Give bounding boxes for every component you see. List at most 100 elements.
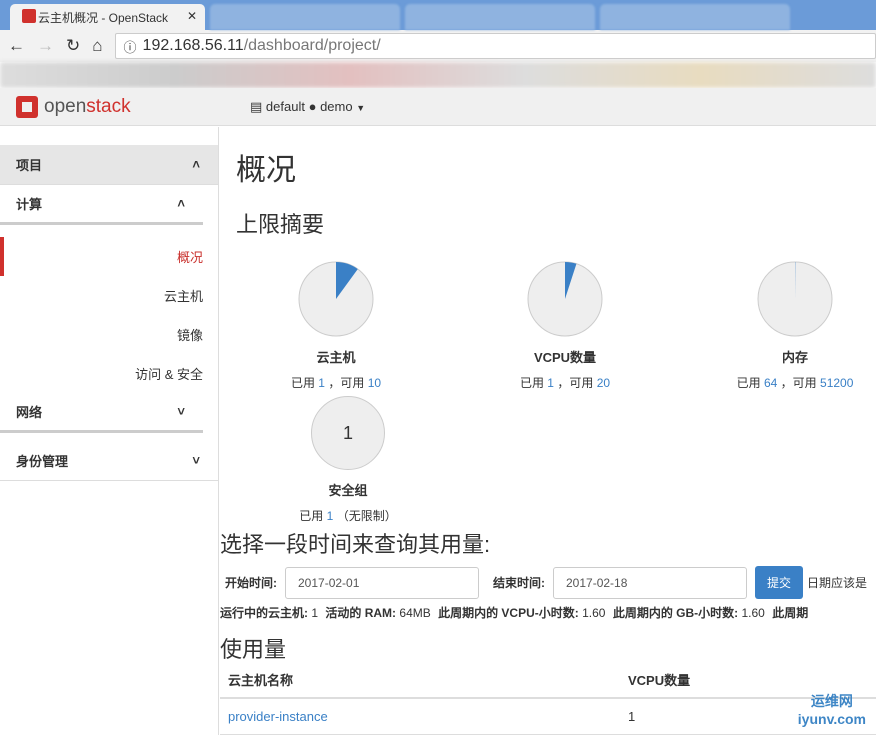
pie-label: 安全组 [328, 483, 368, 498]
pie-center-value: 1 [311, 396, 385, 470]
stat-label: 运行中的云主机: [220, 606, 308, 620]
browser-tab-active[interactable]: 云主机概况 - OpenStack ✕ [10, 4, 205, 30]
pie-label: 云主机 [316, 350, 356, 365]
pie-chart [527, 261, 603, 337]
used-label: 已用 [519, 376, 544, 390]
openstack-logo[interactable]: open stack [16, 95, 131, 118]
sidebar-item-instances[interactable]: 云主机 [0, 276, 218, 315]
avail-label: （无限制） [336, 509, 397, 523]
reload-icon[interactable]: ↻ [66, 36, 80, 56]
stat-value: 64MB [399, 606, 431, 620]
info-icon: ⓘ [123, 39, 137, 55]
query-title: 选择一段时间来查询其用量: [220, 532, 491, 557]
watermark-line: iyunv.com [797, 711, 866, 727]
browser-tab[interactable] [600, 4, 790, 30]
end-date-input[interactable]: 2017-02-18 [553, 566, 747, 599]
stat-label: 此周期内的 GB-小时数: [612, 606, 739, 620]
sidebar-item-images[interactable]: 镜像 [0, 315, 218, 354]
avail-label: ，可用 [780, 376, 817, 390]
start-date-input[interactable]: 2017-02-01 [285, 566, 479, 599]
item-label: 云主机 [163, 289, 203, 304]
usage-table: 云主机名称 VCPU数量 provider-instance 1 [220, 662, 876, 735]
bookmarks-bar [0, 62, 876, 88]
caret-down-icon: ▼ [356, 102, 366, 113]
start-label: 开始时间: [225, 576, 277, 590]
item-label: 访问 & 安全 [135, 367, 203, 382]
url-host: 192.168.56.11 [142, 37, 244, 54]
url-path: /dashboard/project/ [243, 37, 381, 54]
column-header[interactable]: 云主机名称 [220, 662, 620, 699]
submit-button[interactable]: 提交 [755, 566, 804, 599]
logo-text: open [44, 95, 87, 117]
usage-stats: 运行中的云主机: 1 活动的 RAM: 64MB 此周期内的 VCPU-小时数:… [220, 604, 808, 621]
used-value: 64 [763, 376, 778, 390]
avail-value: 10 [367, 376, 382, 390]
used-value: 1 [318, 376, 325, 390]
main-content: 概况 上限摘要 云主机 已用 1 ，可用 10 VCPU数量 已用 1 ，可用 20… [220, 127, 876, 735]
sidebar-item-overview[interactable]: 概况 [0, 237, 218, 276]
stat-label: 此周期 [772, 606, 809, 620]
tab-title: 云主机概况 - OpenStack [38, 11, 169, 25]
home-icon[interactable]: ⌂ [92, 36, 102, 56]
sidebar-section-project[interactable]: 项目 ˄ [0, 145, 218, 185]
project-name: demo [320, 98, 353, 114]
pie-chart [298, 261, 374, 337]
url-input[interactable]: ⓘ 192.168.56.11/dashboard/project/ [114, 33, 876, 59]
stat-value: 1.60 [741, 606, 765, 620]
pie-security-groups: 1 安全组 已用 1 （无限制） [273, 396, 423, 524]
avail-label: ，可用 [328, 376, 365, 390]
address-bar: ← → ↻ ⌂ ⓘ 192.168.56.11/dashboard/project… [0, 30, 876, 62]
stat-value: 1.60 [582, 606, 606, 620]
used-label: 已用 [290, 376, 315, 390]
close-icon[interactable]: ✕ [187, 9, 197, 23]
back-icon[interactable]: ← [8, 36, 25, 56]
avail-label: ，可用 [557, 376, 594, 390]
sidebar: 项目 ˄ 计算 ˄ 概况 云主机 镜像 访问 & 安全 网络 ˅ 身份管理 ˅ [0, 127, 219, 735]
project-selector[interactable]: ▤ default ● demo ▼ [250, 99, 365, 115]
used-value: 1 [326, 509, 334, 523]
pie-chart [757, 261, 833, 337]
chevron-up-icon: ˄ [177, 196, 185, 211]
chevron-up-icon: ˄ [192, 157, 200, 172]
used-value: 1 [547, 376, 554, 390]
forward-icon[interactable]: → [37, 36, 54, 56]
date-form: 开始时间: 2017-02-01 结束时间: 2017-02-18 提交 日期应… [225, 566, 867, 599]
chevron-down-icon: ˅ [177, 404, 185, 419]
avail-value: 20 [596, 376, 611, 390]
used-label: 已用 [299, 509, 324, 523]
sidebar-section-identity[interactable]: 身份管理 ˅ [0, 441, 218, 481]
watermark: 运维网 iyunv.com [798, 691, 866, 727]
sidebar-section-compute[interactable]: 计算 ˄ [0, 185, 203, 225]
table-row: provider-instance 1 [220, 698, 876, 735]
end-label: 结束时间: [493, 576, 545, 590]
openstack-logo-icon [16, 95, 38, 118]
page-title: 概况 [236, 154, 296, 187]
browser-tab[interactable] [210, 4, 400, 30]
avail-value: 51200 [820, 376, 854, 390]
section-label: 身份管理 [16, 454, 69, 469]
domain-name: default [265, 98, 305, 114]
chevron-down-icon: ˅ [192, 453, 200, 468]
item-label: 概况 [176, 250, 203, 265]
date-hint: 日期应该是 [807, 576, 868, 590]
browser-tab[interactable] [405, 4, 595, 30]
used-label: 已用 [736, 376, 761, 390]
sidebar-section-network[interactable]: 网络 ˅ [0, 393, 203, 433]
pie-label: VCPU数量 [533, 350, 597, 365]
usage-title: 使用量 [220, 637, 287, 662]
sidebar-item-access-security[interactable]: 访问 & 安全 [0, 354, 218, 393]
section-label: 网络 [16, 405, 43, 420]
stat-label: 此周期内的 VCPU-小时数: [438, 606, 579, 620]
domain-icon: ▤ [250, 98, 263, 114]
instance-link[interactable]: provider-instance [228, 709, 328, 724]
section-label: 计算 [16, 197, 43, 212]
openstack-favicon-icon [22, 9, 36, 23]
stat-value: 1 [311, 606, 319, 620]
limits-title: 上限摘要 [236, 212, 325, 237]
top-header: open stack ▤ default ● demo ▼ [0, 88, 876, 126]
browser-tab-bar: 云主机概况 - OpenStack ✕ [0, 0, 876, 30]
pie-vcpu: VCPU数量已用 1 ，可用 20 [490, 261, 640, 391]
pie-instances: 云主机 已用 1 ，可用 10 [261, 261, 411, 391]
section-label: 项目 [16, 158, 43, 173]
item-label: 镜像 [176, 328, 203, 343]
